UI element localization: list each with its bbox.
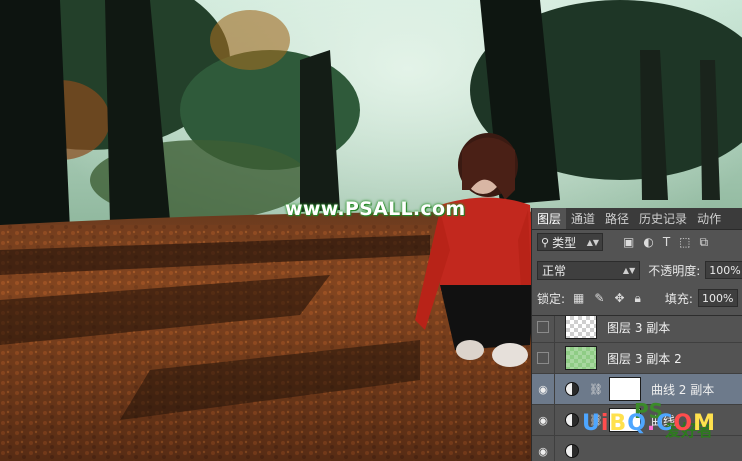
- watermark-text: www.PSALL.com: [285, 198, 466, 220]
- fill-label: 填充:: [664, 291, 693, 306]
- logo-letter: C: [656, 411, 674, 436]
- fill-input[interactable]: 100%: [697, 289, 738, 307]
- layer-row[interactable]: 图层 3 副本 2: [532, 343, 742, 374]
- logo-letter: Q: [627, 411, 647, 436]
- tab-layers[interactable]: 图层: [532, 208, 567, 229]
- shape-filter-icon[interactable]: ⬚: [679, 235, 690, 249]
- visibility-toggle[interactable]: ◉: [532, 374, 555, 404]
- logo-letter: B: [609, 411, 628, 436]
- tab-actions[interactable]: 动作: [692, 208, 726, 229]
- layer-row[interactable]: 图层 3 副本: [532, 316, 742, 343]
- kind-filter-select[interactable]: ⚲ 类型 ▲▼: [537, 233, 603, 251]
- layer-name: 图层 3 副本 2: [607, 351, 682, 366]
- type-filter-icon[interactable]: T: [663, 235, 670, 249]
- tab-history[interactable]: 历史记录: [634, 208, 692, 229]
- eye-icon: ◉: [538, 444, 548, 458]
- logo-letter: M: [693, 411, 717, 436]
- adjustment-layer-icon: [565, 382, 579, 396]
- layer-name: 图层 3 副本: [607, 320, 671, 335]
- layer-thumbnail: [565, 316, 597, 339]
- tab-paths[interactable]: 路径: [600, 208, 634, 229]
- lock-row: 锁定: ▦ ✎ ✥ 🔒︎ 填充: 100%: [537, 288, 742, 308]
- layer-thumbnail: [565, 346, 597, 370]
- lock-move-icon[interactable]: ✥: [614, 291, 624, 306]
- panel-tab-bar: 图层 通道 路径 历史记录 动作: [532, 208, 742, 230]
- eye-icon: ◉: [538, 382, 548, 396]
- visibility-toggle[interactable]: ◉: [532, 436, 555, 461]
- visibility-toggle[interactable]: ◉: [532, 405, 555, 435]
- link-chain-icon[interactable]: ⛓: [589, 383, 603, 396]
- tab-channels[interactable]: 通道: [566, 208, 600, 229]
- blend-mode-select[interactable]: 正常 ▲▼: [537, 260, 641, 280]
- hidden-box-icon: [537, 352, 549, 364]
- adjustment-filter-icon[interactable]: ◐: [643, 235, 653, 249]
- updown-caret-icon: ▲▼: [622, 265, 636, 275]
- logo-letter: U: [582, 411, 601, 436]
- blend-row: 正常 ▲▼ 不透明度: 100%: [537, 260, 742, 280]
- search-icon: ⚲: [541, 235, 550, 249]
- blend-mode-value: 正常: [542, 263, 567, 278]
- adjustment-layer-icon: [565, 413, 579, 427]
- eye-icon: ◉: [538, 413, 548, 427]
- lock-brush-icon[interactable]: ✎: [594, 291, 604, 306]
- lock-all-icon[interactable]: 🔒︎: [635, 291, 641, 306]
- visibility-toggle[interactable]: [532, 316, 555, 342]
- logo-letter: .: [646, 411, 657, 436]
- logo-letter: O: [673, 411, 694, 436]
- adjustment-layer-icon: [565, 444, 579, 458]
- visibility-toggle[interactable]: [532, 343, 555, 373]
- updown-caret-icon: ▲▼: [586, 237, 599, 247]
- smart-object-filter-icon[interactable]: ⧉: [700, 235, 709, 250]
- filter-icons: ▣ ◐ T ⬚ ⧉: [623, 235, 708, 250]
- hidden-box-icon: [537, 321, 549, 333]
- opacity-input[interactable]: 100%: [705, 261, 742, 279]
- lock-label: 锁定:: [537, 291, 566, 306]
- lock-icons: ▦ ✎ ✥ 🔒︎: [573, 291, 641, 306]
- lock-transparent-icon[interactable]: ▦: [573, 291, 584, 306]
- kind-filter-label: 类型: [552, 235, 577, 250]
- opacity-label: 不透明度:: [648, 263, 701, 278]
- layer-name: 曲线 2 副本: [650, 382, 715, 397]
- layer-mask-thumbnail[interactable]: [608, 377, 641, 401]
- image-filter-icon[interactable]: ▣: [623, 235, 634, 249]
- site-logo: UiBQ.COM: [582, 411, 716, 436]
- filter-row: ⚲ 类型 ▲▼ ▣ ◐ T ⬚ ⧉: [537, 232, 742, 252]
